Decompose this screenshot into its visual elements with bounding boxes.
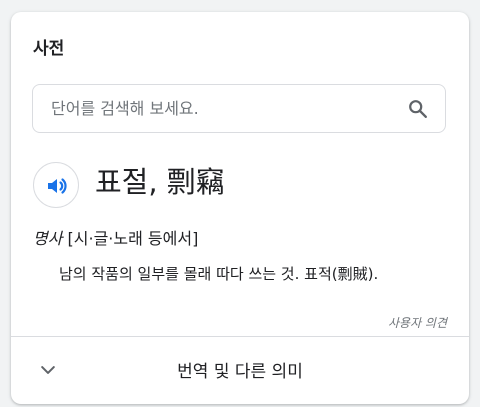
- speaker-icon: [48, 178, 67, 194]
- search-input[interactable]: [51, 85, 391, 132]
- more-meanings-label: 번역 및 다른 의미: [177, 362, 303, 382]
- more-meanings-button[interactable]: 번역 및 다른 의미: [11, 337, 469, 404]
- pronunciation-button[interactable]: [33, 162, 79, 208]
- feedback-link[interactable]: 사용자 의견: [388, 314, 447, 331]
- headword: 표절, 剽竊: [95, 165, 225, 199]
- search-box[interactable]: [32, 84, 446, 133]
- dictionary-card: 사전 표절, 剽竊 명사 [시·글·노래 등에서] 남의 작품의 일부를 몰래 …: [11, 12, 469, 404]
- part-of-speech-line: 명사 [시·글·노래 등에서]: [33, 225, 198, 249]
- usage-domain: [시·글·노래 등에서]: [62, 229, 199, 248]
- search-icon[interactable]: [407, 98, 429, 120]
- definition-text: 남의 작품의 일부를 몰래 따다 쓰는 것. 표적(剽賊).: [59, 265, 379, 283]
- card-title: 사전: [33, 39, 65, 59]
- part-of-speech: 명사: [33, 229, 63, 248]
